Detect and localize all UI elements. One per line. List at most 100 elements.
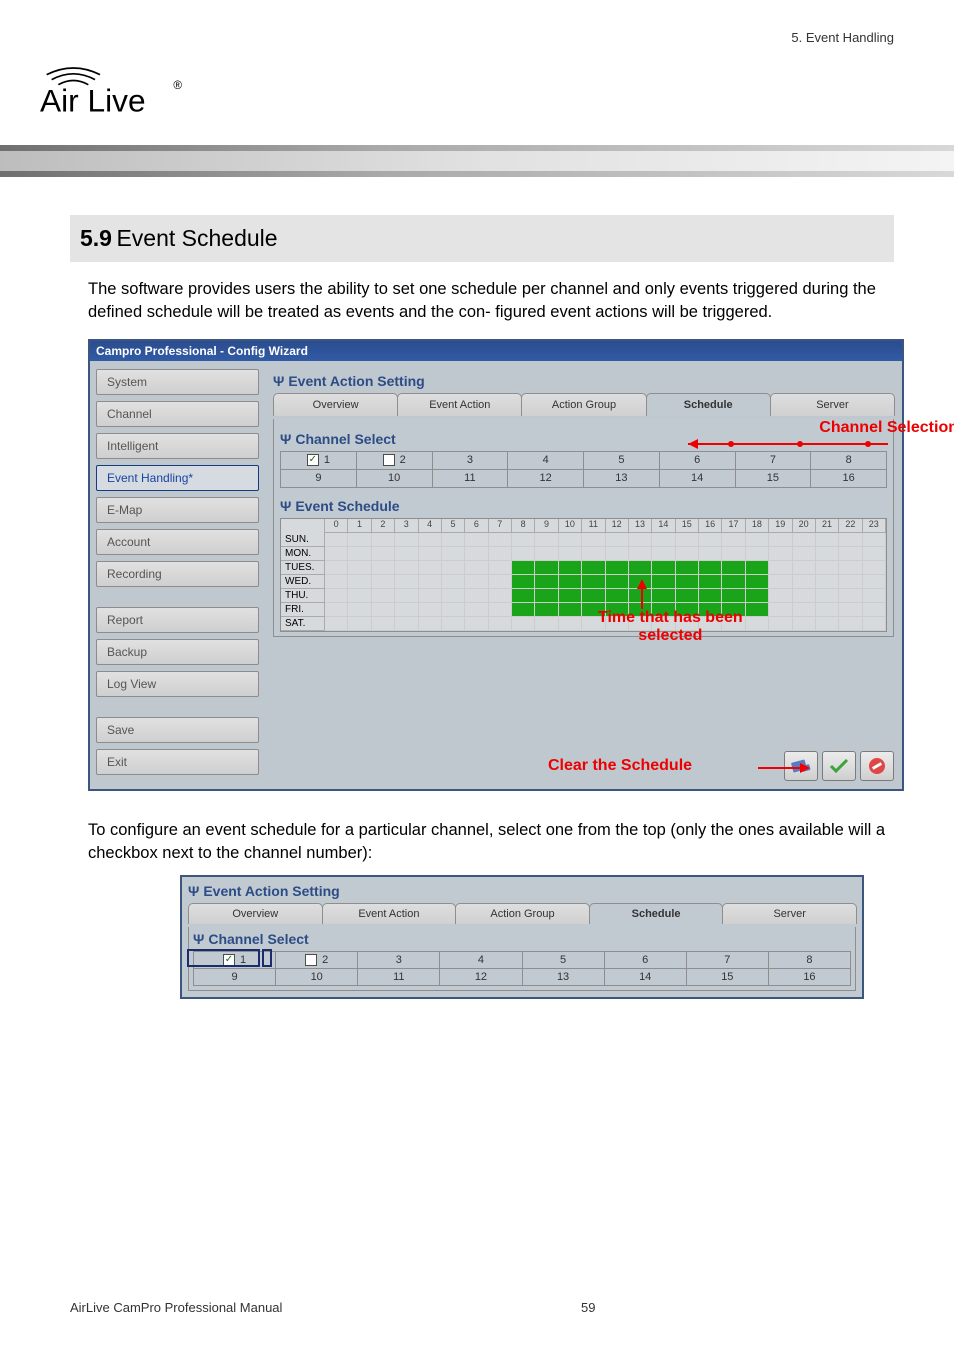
schedule-cell[interactable] bbox=[746, 561, 769, 575]
schedule-cell[interactable] bbox=[372, 589, 395, 603]
tab-server[interactable]: Server bbox=[770, 393, 895, 416]
schedule-cell[interactable] bbox=[372, 561, 395, 575]
schedule-cell[interactable] bbox=[793, 533, 816, 547]
schedule-cell[interactable] bbox=[372, 617, 395, 631]
schedule-cell[interactable] bbox=[325, 547, 348, 561]
schedule-cell[interactable] bbox=[489, 617, 512, 631]
tab-schedule[interactable]: Schedule bbox=[589, 903, 724, 924]
schedule-cell[interactable] bbox=[793, 561, 816, 575]
sidebar-item-report[interactable]: Report bbox=[96, 607, 259, 633]
schedule-cell[interactable] bbox=[325, 617, 348, 631]
schedule-cell[interactable] bbox=[839, 589, 862, 603]
sidebar-item-backup[interactable]: Backup bbox=[96, 639, 259, 665]
channel-cell-10[interactable]: 10 bbox=[356, 469, 432, 487]
schedule-cell[interactable] bbox=[512, 547, 535, 561]
channel-cell-3[interactable]: 3 bbox=[358, 952, 440, 969]
schedule-cell[interactable] bbox=[746, 617, 769, 631]
schedule-cell[interactable] bbox=[348, 547, 371, 561]
schedule-cell[interactable] bbox=[769, 589, 792, 603]
schedule-cell[interactable] bbox=[348, 533, 371, 547]
sidebar-item-intelligent[interactable]: Intelligent bbox=[96, 433, 259, 459]
sidebar-item-channel[interactable]: Channel bbox=[96, 401, 259, 427]
tab-action-group[interactable]: Action Group bbox=[455, 903, 590, 924]
schedule-cell[interactable] bbox=[582, 589, 605, 603]
schedule-cell[interactable] bbox=[372, 533, 395, 547]
channel-cell-11[interactable]: 11 bbox=[432, 469, 508, 487]
schedule-cell[interactable] bbox=[419, 575, 442, 589]
channel-cell-9[interactable]: 9 bbox=[194, 969, 276, 986]
tab-server[interactable]: Server bbox=[722, 903, 857, 924]
schedule-cell[interactable] bbox=[816, 575, 839, 589]
schedule-cell[interactable] bbox=[722, 547, 745, 561]
channel-cell-1[interactable]: 1 bbox=[281, 451, 357, 469]
schedule-cell[interactable] bbox=[559, 561, 582, 575]
schedule-cell[interactable] bbox=[419, 589, 442, 603]
schedule-cell[interactable] bbox=[419, 533, 442, 547]
channel-cell-9[interactable]: 9 bbox=[281, 469, 357, 487]
channel-cell-6[interactable]: 6 bbox=[659, 451, 735, 469]
sidebar-item-exit[interactable]: Exit bbox=[96, 749, 259, 775]
schedule-cell[interactable] bbox=[793, 575, 816, 589]
schedule-cell[interactable] bbox=[746, 547, 769, 561]
sidebar-item-recording[interactable]: Recording bbox=[96, 561, 259, 587]
schedule-cell[interactable] bbox=[535, 547, 558, 561]
channel-cell-15[interactable]: 15 bbox=[735, 469, 811, 487]
schedule-cell[interactable] bbox=[419, 561, 442, 575]
schedule-cell[interactable] bbox=[746, 533, 769, 547]
schedule-cell[interactable] bbox=[769, 603, 792, 617]
schedule-cell[interactable] bbox=[442, 617, 465, 631]
sidebar-item-log-view[interactable]: Log View bbox=[96, 671, 259, 697]
schedule-cell[interactable] bbox=[419, 617, 442, 631]
schedule-cell[interactable] bbox=[372, 547, 395, 561]
channel-cell-14[interactable]: 14 bbox=[659, 469, 735, 487]
schedule-cell[interactable] bbox=[863, 533, 886, 547]
schedule-cell[interactable] bbox=[839, 533, 862, 547]
channel-cell-14[interactable]: 14 bbox=[604, 969, 686, 986]
schedule-cell[interactable] bbox=[465, 547, 488, 561]
schedule-cell[interactable] bbox=[535, 617, 558, 631]
schedule-cell[interactable] bbox=[465, 533, 488, 547]
tab-schedule[interactable]: Schedule bbox=[646, 393, 771, 416]
schedule-cell[interactable] bbox=[489, 547, 512, 561]
schedule-cell[interactable] bbox=[839, 561, 862, 575]
channel-cell-12[interactable]: 12 bbox=[508, 469, 584, 487]
schedule-cell[interactable] bbox=[395, 575, 418, 589]
schedule-cell[interactable] bbox=[839, 575, 862, 589]
confirm-button[interactable] bbox=[822, 751, 856, 781]
schedule-cell[interactable] bbox=[442, 589, 465, 603]
schedule-cell[interactable] bbox=[325, 561, 348, 575]
schedule-cell[interactable] bbox=[676, 575, 699, 589]
channel-cell-2[interactable]: 2 bbox=[356, 451, 432, 469]
schedule-cell[interactable] bbox=[769, 561, 792, 575]
schedule-cell[interactable] bbox=[559, 575, 582, 589]
schedule-cell[interactable] bbox=[746, 575, 769, 589]
schedule-cell[interactable] bbox=[535, 575, 558, 589]
schedule-cell[interactable] bbox=[325, 589, 348, 603]
schedule-cell[interactable] bbox=[395, 533, 418, 547]
schedule-cell[interactable] bbox=[512, 575, 535, 589]
schedule-cell[interactable] bbox=[699, 575, 722, 589]
schedule-cell[interactable] bbox=[652, 589, 675, 603]
schedule-cell[interactable] bbox=[512, 589, 535, 603]
schedule-cell[interactable] bbox=[722, 561, 745, 575]
schedule-cell[interactable] bbox=[699, 589, 722, 603]
schedule-cell[interactable] bbox=[652, 575, 675, 589]
schedule-cell[interactable] bbox=[348, 589, 371, 603]
channel-cell-13[interactable]: 13 bbox=[522, 969, 604, 986]
schedule-cell[interactable] bbox=[816, 617, 839, 631]
channel-cell-12[interactable]: 12 bbox=[440, 969, 522, 986]
schedule-cell[interactable] bbox=[722, 589, 745, 603]
schedule-cell[interactable] bbox=[559, 617, 582, 631]
schedule-cell[interactable] bbox=[582, 547, 605, 561]
schedule-cell[interactable] bbox=[746, 603, 769, 617]
channel-cell-2[interactable]: 2 bbox=[276, 952, 358, 969]
schedule-cell[interactable] bbox=[535, 603, 558, 617]
schedule-cell[interactable] bbox=[722, 533, 745, 547]
schedule-cell[interactable] bbox=[348, 575, 371, 589]
tab-event-action[interactable]: Event Action bbox=[397, 393, 522, 416]
schedule-cell[interactable] bbox=[465, 617, 488, 631]
schedule-cell[interactable] bbox=[699, 533, 722, 547]
channel-cell-11[interactable]: 11 bbox=[358, 969, 440, 986]
schedule-cell[interactable] bbox=[676, 589, 699, 603]
schedule-cell[interactable] bbox=[348, 561, 371, 575]
